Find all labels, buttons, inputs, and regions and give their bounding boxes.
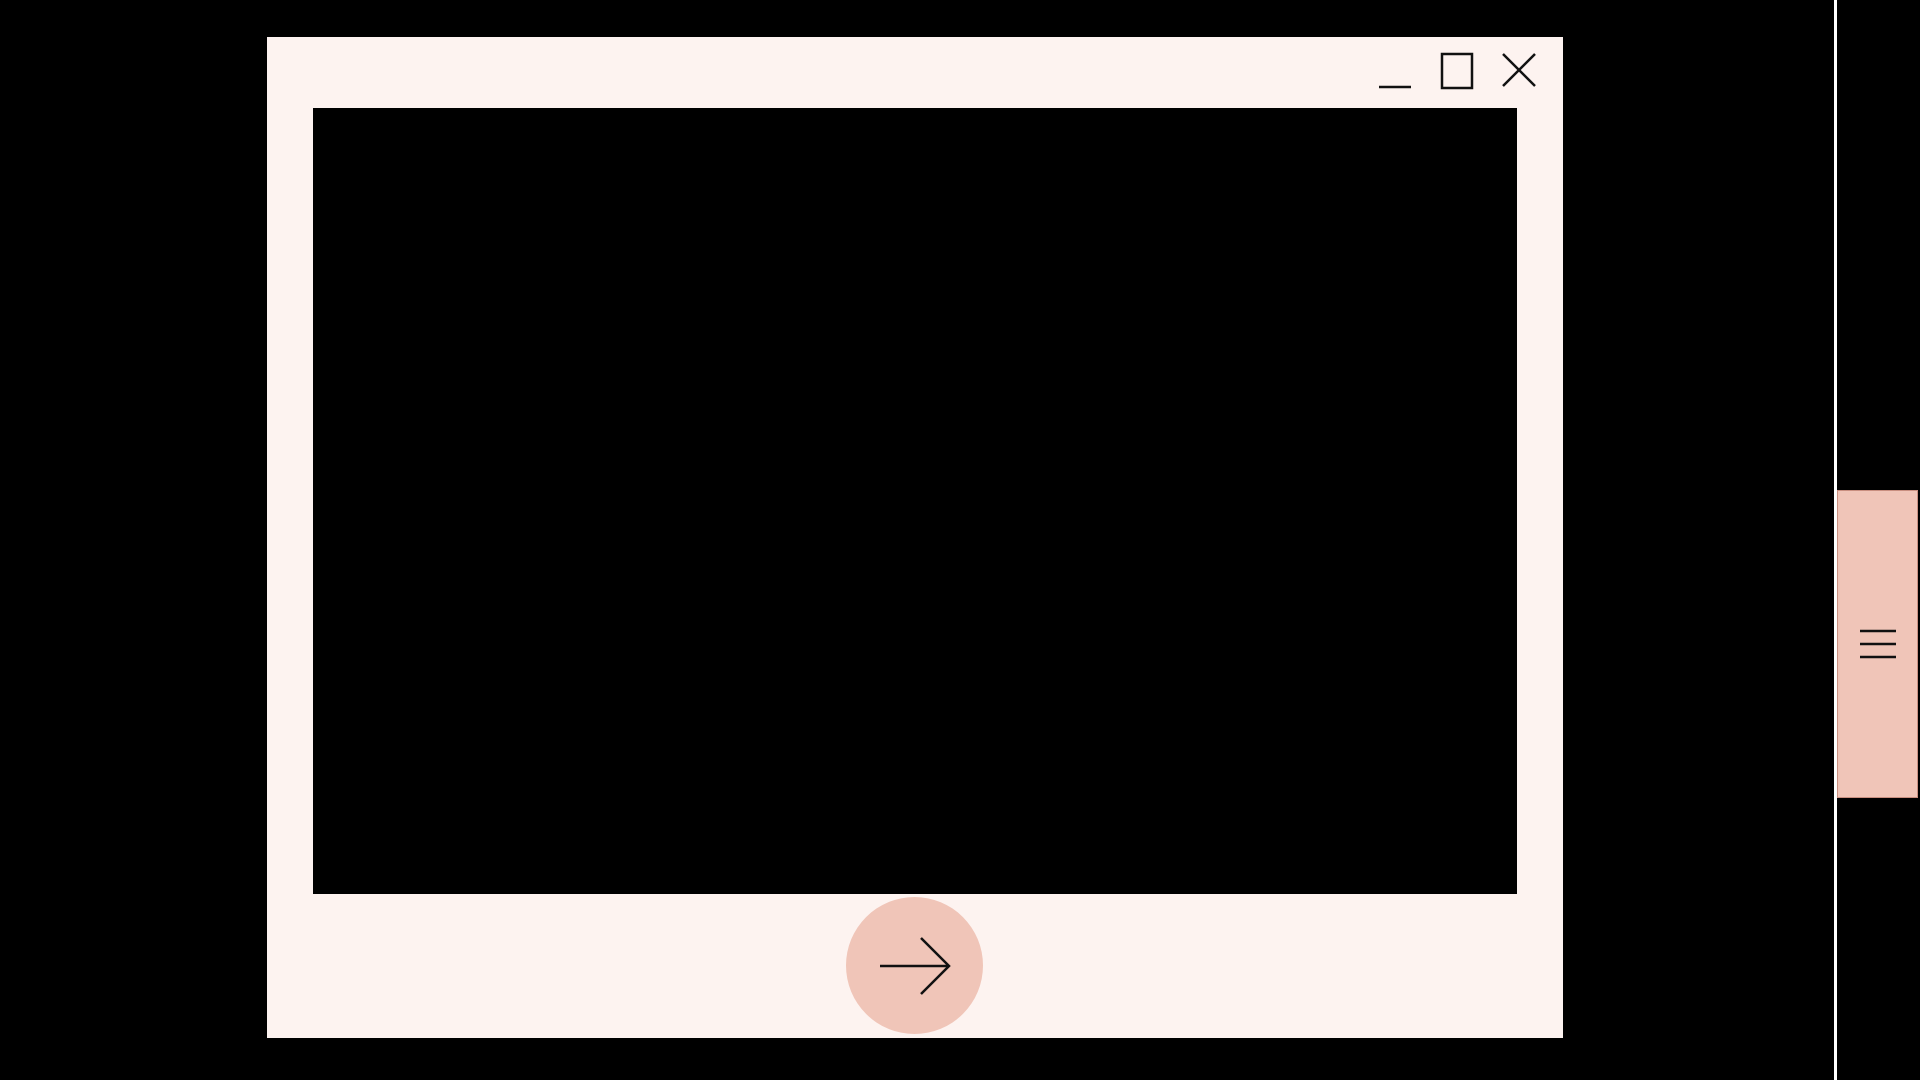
next-button[interactable]: [846, 897, 983, 1034]
window-controls: [1375, 49, 1539, 93]
arrow-right-icon: [879, 936, 951, 995]
hamburger-menu-icon: [1859, 629, 1896, 659]
close-button[interactable]: [1499, 49, 1539, 93]
side-menu-tab[interactable]: [1837, 490, 1918, 798]
desktop: [0, 0, 1920, 1080]
minimize-icon: [1379, 85, 1411, 89]
content-viewport: [313, 108, 1517, 894]
maximize-icon: [1440, 52, 1474, 90]
minimize-button[interactable]: [1375, 49, 1415, 93]
maximize-button[interactable]: [1437, 49, 1477, 93]
app-window: [267, 37, 1563, 1038]
close-icon: [1502, 53, 1536, 87]
